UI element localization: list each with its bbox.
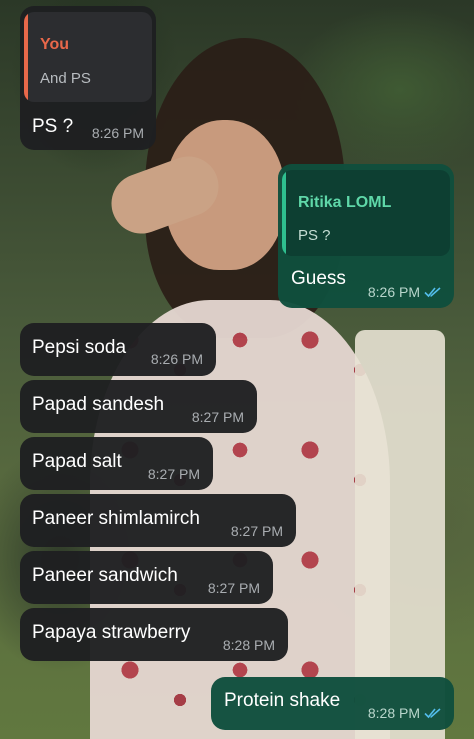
message-text: Papad sandesh (32, 394, 165, 415)
quote-text: And PS (40, 70, 91, 87)
message-timestamp: 8:27 PM (192, 409, 244, 425)
message-text: Papad salt (32, 451, 122, 472)
message-time: 8:26 PM (150, 351, 203, 367)
message-text: Papaya strawberry (32, 622, 191, 643)
quoted-message[interactable]: You And PS (24, 12, 152, 102)
message-time: 8:26 PM (367, 284, 420, 300)
message-bubble-incoming[interactable]: You And PS PS ? 8:26 PM (20, 6, 156, 150)
message-time: 8:28 PM (222, 637, 275, 653)
message-time: 8:28 PM (367, 705, 420, 721)
message-timestamp: 8:26 PM (92, 125, 144, 141)
message-time: 8:27 PM (147, 466, 200, 482)
message-timestamp: 8:26 PM (368, 284, 442, 300)
message-bubble-incoming[interactable]: Papaya strawberry 8:28 PM (20, 608, 288, 661)
message-timestamp: 8:28 PM (223, 637, 275, 653)
message-text: Paneer shimlamirch (32, 508, 200, 529)
message-text: Pepsi soda (32, 337, 127, 358)
double-check-read-icon (424, 708, 441, 719)
message-bubble-incoming[interactable]: Papad salt 8:27 PM (20, 437, 213, 490)
quoted-message[interactable]: Ritika LOML PS ? (282, 170, 450, 256)
message-timestamp: 8:27 PM (148, 466, 200, 482)
message-time: 8:27 PM (207, 580, 260, 596)
message-bubble-incoming[interactable]: Pepsi soda 8:26 PM (20, 323, 216, 376)
message-time: 8:27 PM (230, 523, 283, 539)
message-bubble-incoming[interactable]: Papad sandesh 8:27 PM (20, 380, 257, 433)
double-check-read-icon (424, 287, 441, 298)
message-time: 8:27 PM (191, 409, 244, 425)
message-timestamp: 8:27 PM (231, 523, 283, 539)
quote-accent-bar (282, 170, 286, 256)
message-bubble-incoming[interactable]: Paneer sandwich 8:27 PM (20, 551, 273, 604)
message-bubble-outgoing[interactable]: Protein shake 8:28 PM (211, 677, 454, 730)
message-bubble-incoming[interactable]: Paneer shimlamirch 8:27 PM (20, 494, 296, 547)
message-text: Paneer sandwich (32, 565, 178, 586)
message-bubble-outgoing[interactable]: Ritika LOML PS ? Guess 8:26 PM (278, 164, 454, 308)
message-timestamp: 8:27 PM (208, 580, 260, 596)
message-text: PS ? (32, 116, 74, 137)
message-timestamp: 8:26 PM (151, 351, 203, 367)
quote-author: Ritika LOML (298, 194, 392, 211)
quote-author: You (40, 36, 70, 53)
message-text: Protein shake (224, 690, 341, 711)
quote-text: PS ? (298, 227, 331, 244)
message-time: 8:26 PM (91, 125, 144, 141)
quote-accent-bar (24, 12, 28, 102)
message-timestamp: 8:28 PM (368, 705, 442, 721)
message-text: Guess (291, 268, 346, 289)
